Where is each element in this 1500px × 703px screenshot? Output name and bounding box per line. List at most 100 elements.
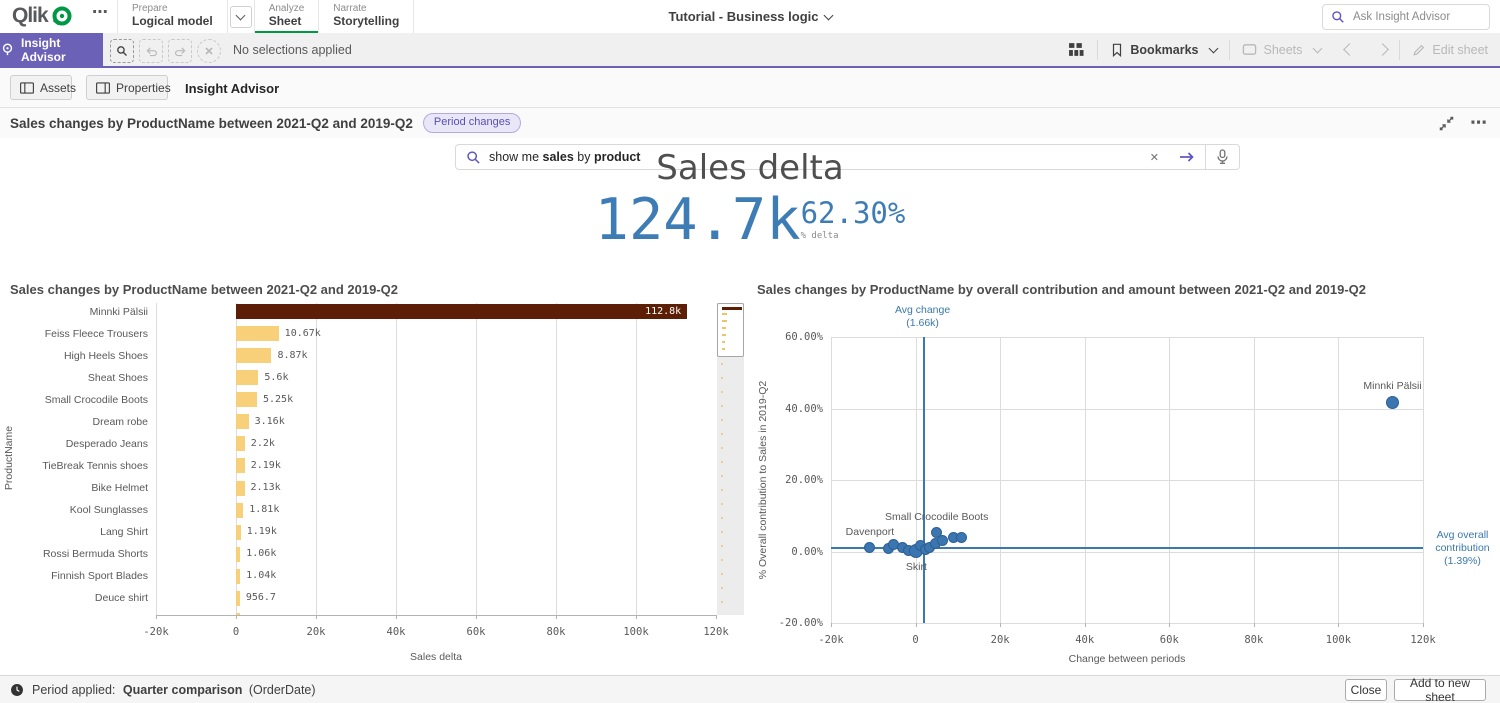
assets-panel-button[interactable]: Assets — [10, 75, 72, 100]
bar-value-label: 1.81k — [249, 504, 279, 515]
bar[interactable] — [236, 525, 241, 540]
bar-category-label: Finnish Sport Blades — [0, 570, 148, 582]
bar-tick-label: -20k — [143, 626, 168, 638]
assets-panel-label: Assets — [40, 81, 76, 95]
kpi-title: Sales delta — [0, 148, 1500, 188]
sheet-icon — [1242, 42, 1257, 57]
bar[interactable] — [236, 591, 240, 606]
ask-insight-advisor-search[interactable] — [1322, 4, 1490, 30]
scatter-point[interactable] — [937, 535, 948, 546]
bar[interactable] — [236, 547, 240, 562]
smart-search-selections-icon[interactable] — [110, 39, 134, 63]
minimap-bar — [722, 348, 725, 350]
bar[interactable] — [236, 436, 245, 451]
app-title-text: Tutorial - Business logic — [668, 9, 818, 24]
scatter-x-tick-label: -20k — [818, 634, 843, 646]
result-panel-header: Sales changes by ProductName between 202… — [0, 108, 1500, 138]
scatter-x-tick-label: 120k — [1410, 634, 1435, 646]
bar[interactable] — [236, 326, 279, 341]
minimap-viewport[interactable] — [717, 303, 744, 357]
bar-value-label: 1.19k — [247, 526, 277, 537]
step-forward-icon[interactable] — [168, 39, 192, 63]
collapse-icon[interactable] — [1439, 116, 1454, 131]
bar-value-label: 10.67k — [285, 328, 321, 339]
top-navbar: Qlik ⋯ Prepare Logical model — [0, 0, 1500, 34]
avg-change-ref-line — [923, 337, 925, 623]
scatter-tick-mark — [1169, 623, 1170, 627]
scatter-point[interactable] — [1386, 396, 1399, 409]
bar-value-label: 2.19k — [251, 460, 281, 471]
add-to-new-sheet-button[interactable]: Add to new sheet — [1394, 679, 1486, 701]
bar-chart-scroll-minimap[interactable] — [717, 303, 744, 615]
bar[interactable] — [236, 392, 257, 407]
edit-sheet-label: Edit sheet — [1432, 43, 1488, 57]
chevron-down-icon — [1209, 44, 1219, 54]
bar[interactable] — [236, 569, 240, 584]
bar-chart-x-axis-label: Sales delta — [336, 651, 536, 663]
scatter-tick-mark — [1338, 623, 1339, 627]
bar-value-label: 1.06k — [246, 548, 276, 559]
app-objects-grid-icon[interactable] — [1056, 41, 1097, 58]
scatter-point-label: Minnki Pälsii — [1363, 380, 1421, 392]
scatter-point[interactable] — [956, 532, 967, 543]
bar[interactable] — [236, 458, 245, 473]
bar-gridline — [636, 303, 637, 615]
bar[interactable] — [236, 481, 245, 496]
app-window: Qlik ⋯ Prepare Logical model — [0, 0, 1500, 703]
bar[interactable] — [236, 370, 258, 385]
minimap-bar — [721, 503, 723, 505]
minimap-bar — [721, 363, 723, 365]
bar[interactable] — [236, 348, 271, 363]
kpi-sales-delta[interactable]: Sales delta 124.7k 62.30% % delta — [0, 148, 1500, 249]
next-sheet-button[interactable] — [1366, 45, 1399, 54]
bar[interactable] — [236, 414, 249, 429]
previous-sheet-button[interactable] — [1333, 45, 1366, 54]
minimap-bar — [721, 517, 723, 519]
bar-category-label: Dream robe — [0, 416, 148, 428]
no-selections-text: No selections applied — [233, 33, 352, 66]
step-back-icon[interactable] — [139, 39, 163, 63]
minimap-bar — [721, 573, 723, 575]
bar-value-label: 5.25k — [263, 394, 293, 405]
clock-icon — [10, 683, 24, 697]
bookmarks-button[interactable]: Bookmarks — [1098, 43, 1229, 57]
minimap-bar — [721, 377, 723, 379]
minimap-bar — [722, 334, 726, 336]
bar[interactable] — [236, 503, 243, 518]
scatter-gridline — [831, 337, 1423, 338]
sheets-button[interactable]: Sheets — [1230, 42, 1333, 57]
bar-category-label: Deuce shirt — [0, 592, 148, 604]
close-button[interactable]: Close — [1345, 679, 1387, 701]
insight-advisor-toggle[interactable]: Insight Advisor — [0, 33, 103, 66]
assets-panel-icon — [20, 82, 34, 94]
edit-sheet-button[interactable]: Edit sheet — [1400, 43, 1500, 57]
result-title: Sales changes by ProductName between 202… — [10, 116, 413, 131]
bar[interactable] — [236, 304, 687, 319]
bar-tick-mark — [236, 615, 237, 619]
global-search-input[interactable] — [1351, 10, 1465, 24]
kpi-delta-percent: 62.30% — [801, 199, 906, 228]
bar-category-label: High Heels Shoes — [0, 350, 148, 362]
minimap-bar — [721, 433, 723, 435]
avg-change-ref-label: Avg change (1.66k) — [863, 304, 983, 330]
bar-chart-plot: 112.8k10.67k8.87k5.6k5.25k3.16k2.2k2.19k… — [156, 303, 716, 616]
app-title-dropdown[interactable]: Tutorial - Business logic — [0, 0, 1500, 33]
minimap-bar — [722, 341, 725, 343]
sheets-label: Sheets — [1263, 43, 1302, 57]
properties-panel-button[interactable]: Properties — [86, 75, 168, 100]
scatter-tick-mark — [916, 623, 917, 627]
bar-tick-label: 120k — [703, 626, 728, 638]
bar-tick-mark — [556, 615, 557, 619]
bar-category-label: TieBreak Tennis shoes — [0, 460, 148, 472]
bar-category-label: Kool Sunglasses — [0, 504, 148, 516]
minimap-bar — [722, 313, 727, 315]
bar-gridline — [156, 303, 157, 615]
minimap-bar — [721, 475, 723, 477]
bar-category-label: Feiss Fleece Trousers — [0, 328, 148, 340]
minimap-bar — [721, 391, 723, 393]
insight-advisor-toggle-label: Insight Advisor — [21, 36, 103, 64]
result-more-menu[interactable]: ⋯ — [1470, 113, 1488, 133]
bar-gridline — [556, 303, 557, 615]
clear-selections-icon[interactable] — [197, 39, 221, 63]
scatter-gridline — [831, 409, 1423, 410]
